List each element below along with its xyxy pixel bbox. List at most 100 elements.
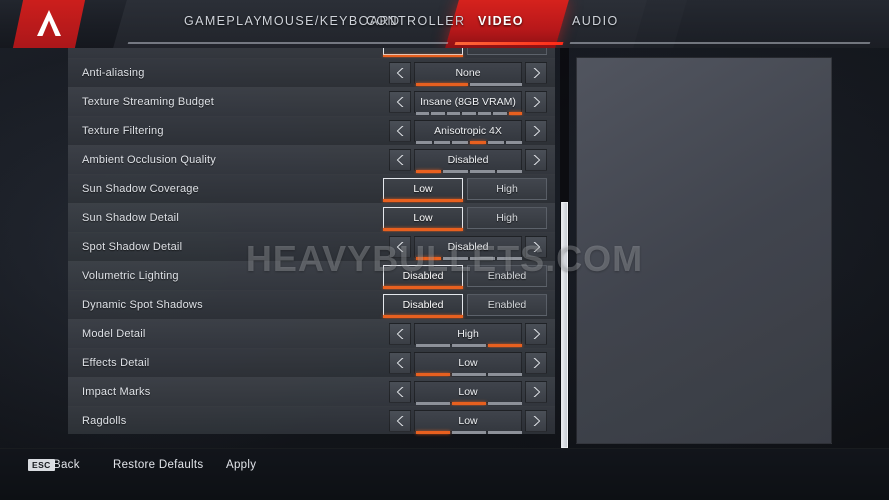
tab-controller[interactable]: CONTROLLER	[366, 14, 465, 28]
level-segment	[488, 431, 522, 434]
chevron-left-icon[interactable]	[389, 90, 411, 113]
level-segment	[416, 257, 441, 260]
setting-level-indicator	[416, 141, 522, 144]
level-segment	[416, 402, 450, 405]
bottom-action-bar	[0, 448, 889, 500]
setting-value-text: Insane (8GB VRAM)	[420, 95, 516, 108]
setting-row[interactable]: Volumetric Lighting Disabled Enabled	[68, 260, 555, 290]
setting-value-box[interactable]: None	[414, 61, 522, 86]
setting-row[interactable]	[68, 48, 555, 58]
chevron-right-icon[interactable]	[525, 235, 547, 258]
level-segment	[416, 112, 430, 115]
chevron-left-icon[interactable]	[389, 351, 411, 374]
setting-toggle-label: High	[496, 182, 518, 195]
nav-band-decor-2	[633, 0, 889, 48]
setting-row[interactable]: Dynamic Spot Shadows Disabled Enabled	[68, 289, 555, 319]
level-segment	[477, 112, 492, 115]
chevron-left-icon[interactable]	[389, 380, 411, 403]
level-segment	[462, 112, 476, 115]
setting-toggle-option[interactable]: Enabled	[467, 293, 547, 316]
setting-value-box[interactable]: Low	[414, 351, 522, 376]
setting-stepper: Low	[389, 351, 547, 376]
chevron-right-icon[interactable]	[525, 351, 547, 374]
chevron-right-icon[interactable]	[525, 61, 547, 84]
level-segment	[443, 257, 468, 260]
setting-level-indicator	[416, 257, 522, 260]
setting-value-box[interactable]: High	[414, 322, 522, 347]
setting-value-box[interactable]: Anisotropic 4X	[414, 119, 522, 144]
setting-toggle-option[interactable]: Enabled	[467, 264, 547, 287]
setting-value-box[interactable]: Disabled	[414, 235, 522, 260]
setting-row-label: Dynamic Spot Shadows	[82, 298, 203, 311]
setting-row[interactable]: Sun Shadow Detail Low High	[68, 202, 555, 232]
setting-value-box[interactable]: Disabled	[414, 148, 522, 173]
chevron-right-icon[interactable]	[525, 148, 547, 171]
nav-rule-right	[569, 42, 871, 44]
setting-toggle-group: Low High	[383, 177, 547, 202]
setting-toggle-group: Disabled Enabled	[383, 264, 547, 289]
setting-row[interactable]: Sun Shadow Coverage Low High	[68, 173, 555, 203]
level-segment	[416, 83, 468, 86]
setting-row[interactable]: Anti-aliasing None	[68, 57, 555, 87]
setting-toggle-option[interactable]: Disabled	[383, 264, 463, 289]
level-segment	[416, 373, 450, 376]
setting-toggle-label: Disabled	[402, 269, 444, 282]
setting-value-box[interactable]: Low	[414, 409, 522, 434]
setting-row-label: Texture Streaming Budget	[82, 95, 214, 108]
level-segment	[452, 344, 486, 347]
setting-row-label: Ragdolls	[82, 414, 127, 427]
chevron-left-icon[interactable]	[389, 409, 411, 432]
setting-toggle-option[interactable]: High	[467, 206, 547, 229]
setting-row[interactable]: Model Detail High	[68, 318, 555, 348]
setting-row-label: Effects Detail	[82, 356, 150, 369]
setting-toggle-group	[383, 48, 547, 57]
tab-video[interactable]: VIDEO	[478, 14, 524, 28]
apply-button[interactable]: Apply	[226, 459, 256, 471]
chevron-right-icon[interactable]	[525, 90, 547, 113]
setting-toggle-label: Enabled	[487, 298, 527, 311]
chevron-left-icon[interactable]	[389, 235, 411, 258]
setting-row[interactable]: Texture Streaming Budget Insane (8GB VRAM…	[68, 86, 555, 116]
setting-row[interactable]: Impact Marks Low	[68, 376, 555, 406]
setting-row[interactable]: Spot Shadow Detail Disabled	[68, 231, 555, 261]
setting-toggle-label: Disabled	[402, 298, 444, 311]
setting-value-box[interactable]: Low	[414, 380, 522, 405]
setting-toggle-option[interactable]: Low	[383, 177, 463, 202]
setting-value-text: None	[455, 66, 481, 79]
chevron-left-icon[interactable]	[389, 322, 411, 345]
setting-toggle-option[interactable]	[383, 48, 463, 57]
setting-row[interactable]: Ambient Occlusion Quality Disabled	[68, 144, 555, 174]
setting-toggle-option[interactable]: High	[467, 177, 547, 200]
level-segment	[446, 112, 461, 115]
chevron-right-icon[interactable]	[525, 322, 547, 345]
tab-audio[interactable]: AUDIO	[572, 14, 619, 28]
settings-list: Anti-aliasing None Texture Streaming Budge…	[68, 48, 555, 448]
setting-row-label: Ambient Occlusion Quality	[82, 153, 216, 166]
setting-toggle-option[interactable]: Low	[383, 206, 463, 231]
back-button[interactable]: Back	[53, 459, 80, 471]
chevron-left-icon[interactable]	[389, 148, 411, 171]
top-navigation-bar: GAMEPLAY MOUSE/KEYBOARD CONTROLLER VIDEO…	[0, 0, 889, 48]
chevron-left-icon[interactable]	[389, 61, 411, 84]
setting-level-indicator	[416, 170, 522, 173]
setting-toggle-option[interactable]	[467, 48, 547, 55]
level-segment	[452, 141, 468, 144]
setting-level-indicator	[416, 83, 522, 86]
chevron-right-icon[interactable]	[525, 409, 547, 432]
setting-row-label: Anti-aliasing	[82, 66, 145, 79]
active-tab-underline	[454, 42, 564, 45]
setting-row[interactable]: Effects Detail Low	[68, 347, 555, 377]
setting-toggle-option[interactable]: Disabled	[383, 293, 463, 318]
chevron-right-icon[interactable]	[525, 380, 547, 403]
settings-scrollbar-thumb[interactable]	[561, 202, 568, 448]
setting-value-box[interactable]: Insane (8GB VRAM)	[414, 90, 522, 115]
tab-gameplay[interactable]: GAMEPLAY	[184, 14, 263, 28]
chevron-right-icon[interactable]	[525, 119, 547, 142]
level-segment	[493, 112, 507, 115]
apex-logo-icon	[12, 0, 86, 48]
chevron-left-icon[interactable]	[389, 119, 411, 142]
setting-row[interactable]: Texture Filtering Anisotropic 4X	[68, 115, 555, 145]
setting-row[interactable]: Ragdolls Low	[68, 405, 555, 435]
setting-level-indicator	[416, 344, 522, 347]
restore-defaults-button[interactable]: Restore Defaults	[113, 459, 203, 471]
